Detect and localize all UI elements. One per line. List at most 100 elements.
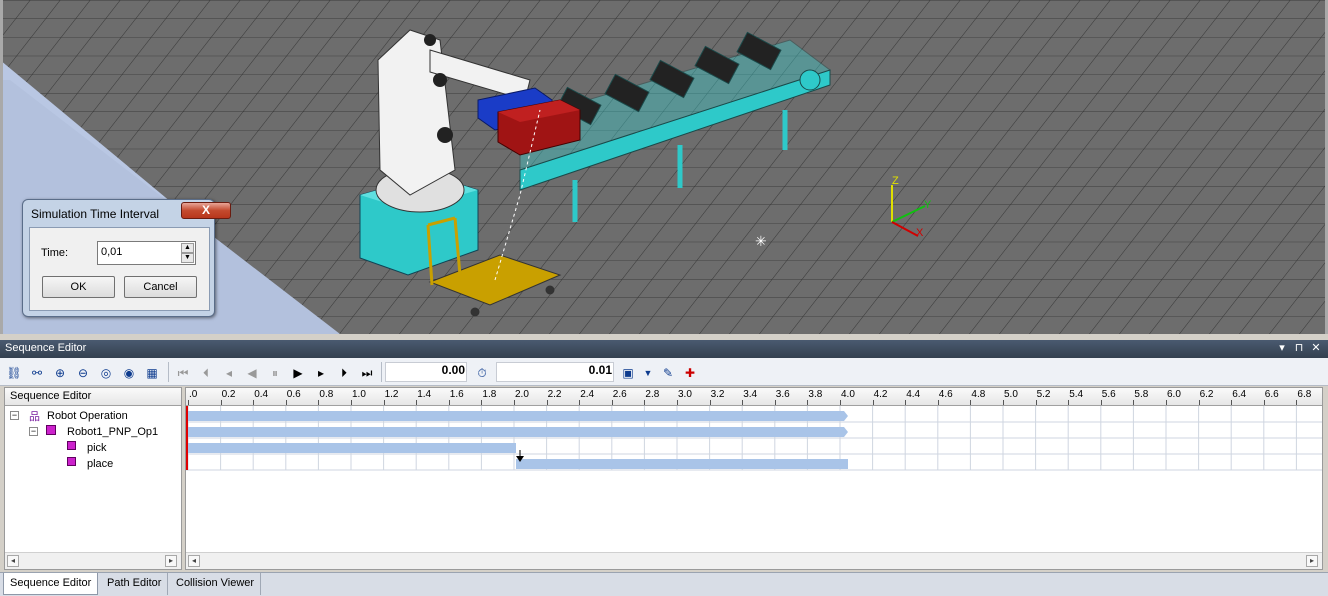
sequence-toolbar: ⛓ ⚯ ⊕ ⊖ ◎ ◉ ▦ ⏮ ⏴ ◂ ◀ ⏸ ▶ ▸ ⏵ ⏭ 0.00 ⏱ 0… bbox=[0, 358, 1328, 386]
gantt-icon[interactable]: ▦ bbox=[144, 365, 160, 381]
ruler-tick-mark bbox=[970, 400, 972, 405]
frame-back-icon[interactable]: ◂ bbox=[221, 365, 237, 381]
ruler-tick-label: 4.4 bbox=[906, 389, 921, 400]
axis-y-label: Y bbox=[924, 199, 932, 211]
cursor-marker: ✳ bbox=[755, 233, 767, 249]
ruler-tick-mark bbox=[481, 400, 483, 405]
ruler-tick-mark bbox=[840, 400, 841, 405]
ruler-tick-label: 1.8 bbox=[482, 389, 497, 400]
ruler-tick-mark bbox=[188, 400, 189, 405]
ruler-tick-mark bbox=[351, 400, 352, 405]
collapse-icon[interactable]: − bbox=[29, 427, 38, 436]
time-interval: 0.01 bbox=[588, 363, 612, 377]
ruler-tick-mark bbox=[1198, 400, 1200, 405]
step-back-icon[interactable]: ⏴ bbox=[198, 365, 214, 381]
timeline-horizontal-scrollbar[interactable]: ◂ ▸ bbox=[186, 552, 1322, 569]
dialog-close-button[interactable]: X bbox=[181, 202, 231, 219]
ruler-tick-label: 6.8 bbox=[1297, 389, 1312, 400]
ruler-tick-mark bbox=[416, 400, 418, 405]
tab-sequence-editor[interactable]: Sequence Editor bbox=[3, 573, 99, 595]
ruler-tick-mark bbox=[774, 400, 776, 405]
ruler-tick-label: 4.2 bbox=[873, 389, 888, 400]
scroll-right-icon[interactable]: ▸ bbox=[1306, 555, 1318, 567]
ruler-tick-label: 5.2 bbox=[1036, 389, 1051, 400]
stopwatch-icon[interactable]: ⏱ bbox=[474, 365, 490, 381]
ruler-tick-label: 3.4 bbox=[743, 389, 758, 400]
close-icon[interactable]: ✕ bbox=[1309, 341, 1323, 354]
zoom-fit-icon[interactable]: ◎ bbox=[98, 365, 114, 381]
dropdown-icon[interactable]: ▾ bbox=[1275, 341, 1289, 354]
tree-item-place[interactable]: place bbox=[5, 456, 181, 472]
chevron-down-icon[interactable]: ▼ bbox=[640, 365, 656, 381]
zoom-in-icon[interactable]: ⊕ bbox=[52, 365, 68, 381]
operation-tree-icon: 品 bbox=[29, 411, 40, 423]
ruler-tick-mark bbox=[1100, 400, 1102, 405]
event-icon[interactable]: ✚ bbox=[682, 365, 698, 381]
ruler-tick-label: 3.8 bbox=[808, 389, 823, 400]
step-forward-icon[interactable]: ⏵ bbox=[336, 365, 352, 381]
sequence-editor-title: Sequence Editor bbox=[5, 342, 87, 354]
ok-button[interactable]: OK bbox=[42, 276, 115, 298]
rewind-start-icon[interactable]: ⏮ bbox=[175, 365, 191, 381]
ruler-tick-mark bbox=[318, 400, 320, 405]
ruler-tick-mark bbox=[872, 400, 874, 405]
ruler-tick-label: 0.6 bbox=[286, 389, 301, 400]
cancel-button[interactable]: Cancel bbox=[124, 276, 197, 298]
ruler-tick-label: 5.8 bbox=[1134, 389, 1149, 400]
ruler-tick-mark bbox=[1035, 400, 1037, 405]
ruler-tick-mark bbox=[742, 400, 744, 405]
pause-icon[interactable]: ⏸ bbox=[267, 365, 283, 381]
ruler-tick-label: 1.2 bbox=[384, 389, 399, 400]
frame-forward-icon[interactable]: ▸ bbox=[313, 365, 329, 381]
scroll-right-icon[interactable]: ▸ bbox=[165, 555, 177, 567]
ruler-tick-mark bbox=[285, 400, 287, 405]
tree-item-robot-operation[interactable]: − 品 Robot Operation bbox=[5, 408, 181, 424]
ruler-tick-mark bbox=[611, 400, 613, 405]
ruler-tick-label: 4.6 bbox=[938, 389, 953, 400]
play-back-icon[interactable]: ◀ bbox=[244, 365, 260, 381]
ruler-tick-mark bbox=[807, 400, 809, 405]
fast-forward-end-icon[interactable]: ⏭ bbox=[359, 365, 375, 381]
ruler-tick-mark bbox=[514, 400, 515, 405]
spin-down-button[interactable]: ▼ bbox=[181, 253, 194, 263]
gantt-bar-place bbox=[516, 459, 848, 469]
location-icon bbox=[67, 441, 76, 450]
ruler-tick-label: 1.6 bbox=[449, 389, 464, 400]
tab-path-editor[interactable]: Path Editor bbox=[101, 573, 169, 595]
tree-horizontal-scrollbar[interactable]: ◂ ▸ bbox=[5, 552, 181, 569]
ruler-tick-label: 4.8 bbox=[971, 389, 986, 400]
ruler-tick-mark bbox=[546, 400, 548, 405]
ruler-tick-label: 3.6 bbox=[775, 389, 790, 400]
unlink-icon[interactable]: ⚯ bbox=[29, 365, 45, 381]
link-icon[interactable]: ⛓ bbox=[6, 365, 22, 381]
scroll-left-icon[interactable]: ◂ bbox=[188, 555, 200, 567]
ruler-tick-label: 6.0 bbox=[1167, 389, 1181, 400]
axis-x-label: X bbox=[916, 227, 924, 239]
edit-icon[interactable]: ✎ bbox=[660, 365, 676, 381]
spin-up-button[interactable]: ▲ bbox=[181, 243, 194, 253]
gantt-timeline[interactable]: .0 0.2 0.4 0.6 0.8 1.0 1.2 1.4 1.6 1.8 2.0 2.2 2.4 2.… bbox=[185, 387, 1323, 570]
axis-z-label: Z bbox=[892, 175, 899, 187]
monitor-icon[interactable]: ▣ bbox=[620, 365, 636, 381]
gantt-bar-robot1-pnp-op1 bbox=[188, 427, 848, 437]
current-time: 0.00 bbox=[441, 363, 465, 377]
dialog-title: Simulation Time Interval bbox=[31, 207, 160, 221]
pin-icon[interactable]: ⊓ bbox=[1292, 341, 1306, 354]
ruler-tick-label: .0 bbox=[189, 389, 198, 400]
tree-item-pick[interactable]: pick bbox=[5, 440, 181, 456]
time-field[interactable]: ▲ ▼ bbox=[97, 241, 196, 265]
ruler-tick-mark bbox=[383, 400, 385, 405]
ruler-tick-label: 1.0 bbox=[352, 389, 366, 400]
tab-collision-viewer[interactable]: Collision Viewer bbox=[170, 573, 262, 595]
ruler-tick-label: 4.0 bbox=[841, 389, 855, 400]
scroll-left-icon[interactable]: ◂ bbox=[7, 555, 19, 567]
zoom-selection-icon[interactable]: ◉ bbox=[121, 365, 137, 381]
play-icon[interactable]: ▶ bbox=[290, 365, 306, 381]
ruler-tick-label: 2.8 bbox=[645, 389, 660, 400]
time-input[interactable] bbox=[101, 246, 177, 258]
collapse-icon[interactable]: − bbox=[10, 411, 19, 420]
tree-item-robot1-pnp-op1[interactable]: − Robot1_PNP_Op1 bbox=[5, 424, 181, 440]
zoom-out-icon[interactable]: ⊖ bbox=[75, 365, 91, 381]
ruler-tick-label: 5.4 bbox=[1069, 389, 1084, 400]
ruler-tick-label: 6.2 bbox=[1199, 389, 1214, 400]
